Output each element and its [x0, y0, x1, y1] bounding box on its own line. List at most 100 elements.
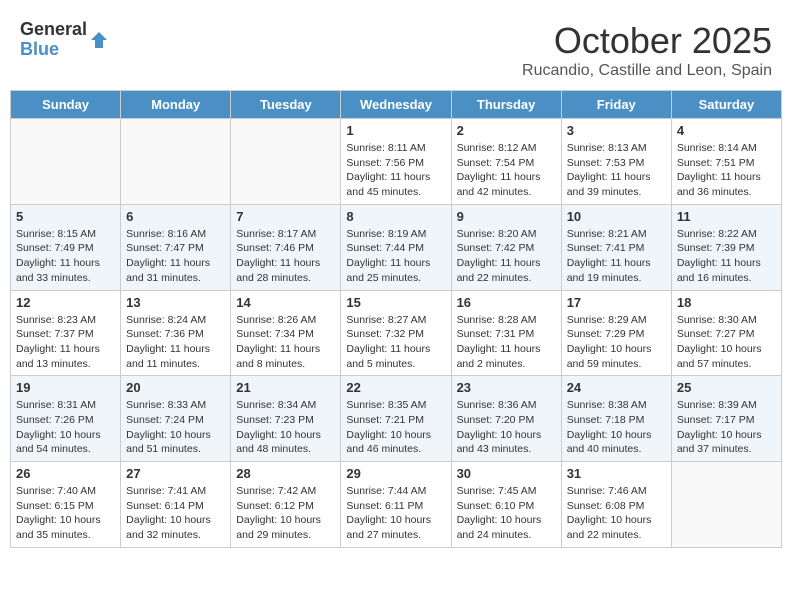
- day-info: Sunrise: 7:40 AM Sunset: 6:15 PM Dayligh…: [16, 484, 115, 543]
- calendar-cell: 31 Sunrise: 7:46 AM Sunset: 6:08 PM Dayli…: [561, 462, 671, 548]
- logo-blue-text: Blue: [20, 40, 87, 60]
- logo-icon: [89, 30, 109, 50]
- day-info: Sunrise: 8:15 AM Sunset: 7:49 PM Dayligh…: [16, 227, 115, 286]
- calendar-cell: 15Sunrise: 8:27 AM Sunset: 7:32 PM Dayli…: [341, 290, 451, 376]
- day-info: Sunrise: 8:35 AM Sunset: 7:21 PM Dayligh…: [346, 398, 445, 457]
- day-number: 13: [126, 295, 225, 310]
- day-number: 3: [567, 123, 666, 138]
- calendar-cell: 23 Sunrise: 8:36 AM Sunset: 7:20 PM Dayli…: [451, 376, 561, 462]
- day-number: 28: [236, 466, 335, 481]
- day-info: Sunrise: 8:12 AM Sunset: 7:54 PM Dayligh…: [457, 141, 556, 200]
- day-info: Sunrise: 7:45 AM Sunset: 6:10 PM Dayligh…: [457, 484, 556, 543]
- day-number: 27: [126, 466, 225, 481]
- calendar-cell: 18 Sunrise: 8:30 AM Sunset: 7:27 PM Dayli…: [671, 290, 781, 376]
- day-number: 23: [457, 380, 556, 395]
- day-number: 10: [567, 209, 666, 224]
- calendar-cell: 24 Sunrise: 8:38 AM Sunset: 7:18 PM Dayli…: [561, 376, 671, 462]
- day-info: Sunrise: 8:11 AM Sunset: 7:56 PM Dayligh…: [346, 141, 445, 200]
- day-number: 9: [457, 209, 556, 224]
- calendar-week-row: 1 Sunrise: 8:11 AM Sunset: 7:56 PM Daylig…: [11, 119, 782, 205]
- calendar-cell: [121, 119, 231, 205]
- day-info: Sunrise: 7:44 AM Sunset: 6:11 PM Dayligh…: [346, 484, 445, 543]
- calendar-cell: 25 Sunrise: 8:39 AM Sunset: 7:17 PM Dayli…: [671, 376, 781, 462]
- calendar-cell: 11 Sunrise: 8:22 AM Sunset: 7:39 PM Dayli…: [671, 204, 781, 290]
- day-info: Sunrise: 8:17 AM Sunset: 7:46 PM Dayligh…: [236, 227, 335, 286]
- calendar-cell: 7 Sunrise: 8:17 AM Sunset: 7:46 PM Daylig…: [231, 204, 341, 290]
- day-number: 14: [236, 295, 335, 310]
- day-info: Sunrise: 8:22 AM Sunset: 7:39 PM Dayligh…: [677, 227, 776, 286]
- day-info: Sunrise: 8:36 AM Sunset: 7:20 PM Dayligh…: [457, 398, 556, 457]
- day-info: Sunrise: 8:31 AM Sunset: 7:26 PM Dayligh…: [16, 398, 115, 457]
- day-number: 25: [677, 380, 776, 395]
- weekday-header-monday: Monday: [121, 91, 231, 119]
- day-number: 1: [346, 123, 445, 138]
- day-number: 31: [567, 466, 666, 481]
- day-number: 26: [16, 466, 115, 481]
- day-number: 21: [236, 380, 335, 395]
- calendar-cell: 17Sunrise: 8:29 AM Sunset: 7:29 PM Dayli…: [561, 290, 671, 376]
- day-info: Sunrise: 8:24 AM Sunset: 7:36 PM Dayligh…: [126, 313, 225, 372]
- location-subtitle: Rucandio, Castille and Leon, Spain: [522, 62, 772, 80]
- day-number: 18: [677, 295, 776, 310]
- calendar-cell: 2 Sunrise: 8:12 AM Sunset: 7:54 PM Daylig…: [451, 119, 561, 205]
- calendar-cell: 5 Sunrise: 8:15 AM Sunset: 7:49 PM Daylig…: [11, 204, 121, 290]
- weekday-header-tuesday: Tuesday: [231, 91, 341, 119]
- calendar-cell: 14 Sunrise: 8:26 AM Sunset: 7:34 PM Dayli…: [231, 290, 341, 376]
- month-title: October 2025: [522, 20, 772, 62]
- weekday-header-sunday: Sunday: [11, 91, 121, 119]
- calendar-cell: 1 Sunrise: 8:11 AM Sunset: 7:56 PM Daylig…: [341, 119, 451, 205]
- day-number: 2: [457, 123, 556, 138]
- calendar-week-row: 5 Sunrise: 8:15 AM Sunset: 7:49 PM Daylig…: [11, 204, 782, 290]
- day-number: 7: [236, 209, 335, 224]
- day-number: 11: [677, 209, 776, 224]
- calendar-cell: 12Sunrise: 8:23 AM Sunset: 7:37 PM Dayli…: [11, 290, 121, 376]
- day-number: 22: [346, 380, 445, 395]
- day-info: Sunrise: 8:19 AM Sunset: 7:44 PM Dayligh…: [346, 227, 445, 286]
- calendar-cell: 21 Sunrise: 8:34 AM Sunset: 7:23 PM Dayli…: [231, 376, 341, 462]
- day-info: Sunrise: 8:30 AM Sunset: 7:27 PM Dayligh…: [677, 313, 776, 372]
- day-info: Sunrise: 8:28 AM Sunset: 7:31 PM Dayligh…: [457, 313, 556, 372]
- day-number: 6: [126, 209, 225, 224]
- day-number: 16: [457, 295, 556, 310]
- day-info: Sunrise: 8:21 AM Sunset: 7:41 PM Dayligh…: [567, 227, 666, 286]
- calendar-cell: [231, 119, 341, 205]
- day-info: Sunrise: 8:39 AM Sunset: 7:17 PM Dayligh…: [677, 398, 776, 457]
- day-info: Sunrise: 8:16 AM Sunset: 7:47 PM Dayligh…: [126, 227, 225, 286]
- calendar-table: SundayMondayTuesdayWednesdayThursdayFrid…: [10, 90, 782, 548]
- day-info: Sunrise: 8:33 AM Sunset: 7:24 PM Dayligh…: [126, 398, 225, 457]
- day-number: 8: [346, 209, 445, 224]
- day-info: Sunrise: 8:34 AM Sunset: 7:23 PM Dayligh…: [236, 398, 335, 457]
- day-number: 19: [16, 380, 115, 395]
- title-area: October 2025 Rucandio, Castille and Leon…: [522, 20, 772, 80]
- weekday-header-saturday: Saturday: [671, 91, 781, 119]
- day-number: 12: [16, 295, 115, 310]
- day-number: 20: [126, 380, 225, 395]
- calendar-cell: 3 Sunrise: 8:13 AM Sunset: 7:53 PM Daylig…: [561, 119, 671, 205]
- calendar-cell: 30Sunrise: 7:45 AM Sunset: 6:10 PM Dayli…: [451, 462, 561, 548]
- day-number: 4: [677, 123, 776, 138]
- day-number: 24: [567, 380, 666, 395]
- calendar-cell: 10 Sunrise: 8:21 AM Sunset: 7:41 PM Dayli…: [561, 204, 671, 290]
- calendar-cell: 13 Sunrise: 8:24 AM Sunset: 7:36 PM Dayli…: [121, 290, 231, 376]
- calendar-week-row: 12Sunrise: 8:23 AM Sunset: 7:37 PM Dayli…: [11, 290, 782, 376]
- day-number: 29: [346, 466, 445, 481]
- calendar-cell: 27Sunrise: 7:41 AM Sunset: 6:14 PM Dayli…: [121, 462, 231, 548]
- day-number: 17: [567, 295, 666, 310]
- day-info: Sunrise: 8:27 AM Sunset: 7:32 PM Dayligh…: [346, 313, 445, 372]
- calendar-cell: 8 Sunrise: 8:19 AM Sunset: 7:44 PM Daylig…: [341, 204, 451, 290]
- day-info: Sunrise: 7:42 AM Sunset: 6:12 PM Dayligh…: [236, 484, 335, 543]
- day-info: Sunrise: 8:38 AM Sunset: 7:18 PM Dayligh…: [567, 398, 666, 457]
- day-info: Sunrise: 7:46 AM Sunset: 6:08 PM Dayligh…: [567, 484, 666, 543]
- logo: General Blue: [20, 20, 109, 60]
- day-info: Sunrise: 8:13 AM Sunset: 7:53 PM Dayligh…: [567, 141, 666, 200]
- calendar-cell: 9 Sunrise: 8:20 AM Sunset: 7:42 PM Daylig…: [451, 204, 561, 290]
- calendar-cell: 28 Sunrise: 7:42 AM Sunset: 6:12 PM Dayli…: [231, 462, 341, 548]
- calendar-cell: 19 Sunrise: 8:31 AM Sunset: 7:26 PM Dayli…: [11, 376, 121, 462]
- calendar-week-row: 19 Sunrise: 8:31 AM Sunset: 7:26 PM Dayli…: [11, 376, 782, 462]
- calendar-cell: 29 Sunrise: 7:44 AM Sunset: 6:11 PM Dayli…: [341, 462, 451, 548]
- day-info: Sunrise: 8:26 AM Sunset: 7:34 PM Dayligh…: [236, 313, 335, 372]
- calendar-week-row: 26 Sunrise: 7:40 AM Sunset: 6:15 PM Dayli…: [11, 462, 782, 548]
- day-number: 5: [16, 209, 115, 224]
- day-info: Sunrise: 8:20 AM Sunset: 7:42 PM Dayligh…: [457, 227, 556, 286]
- calendar-cell: 20 Sunrise: 8:33 AM Sunset: 7:24 PM Dayli…: [121, 376, 231, 462]
